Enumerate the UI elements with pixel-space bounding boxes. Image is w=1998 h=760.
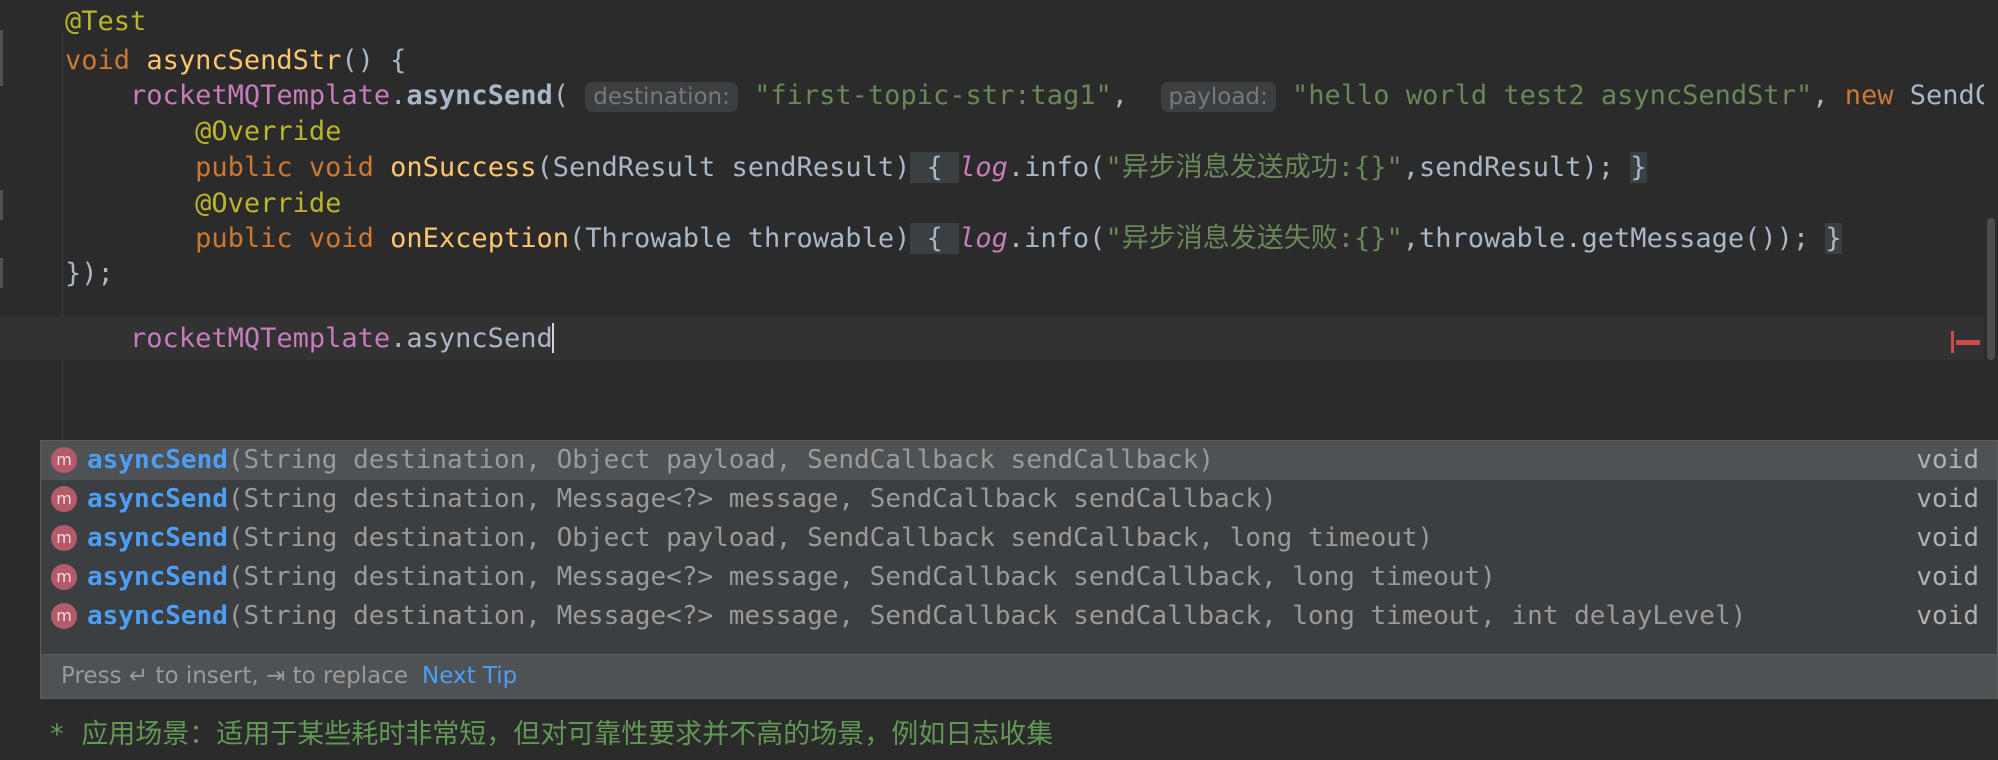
completion-method-signature: (String destination, Object payload, Sen… (227, 445, 1215, 475)
method-decl-tail: () { (341, 45, 407, 76)
modifiers-public-void-2: public void (195, 223, 391, 254)
ide-editor-window: @Test void asyncSendStr() { rocketMQTemp… (0, 0, 1998, 760)
logger-info-call-2: .info( (1007, 223, 1106, 254)
keyword-new: new (1844, 80, 1894, 111)
completion-item-2[interactable]: m asyncSend(String destination, Object pa… (41, 519, 1997, 558)
method-onsuccess: onSuccess (390, 152, 537, 183)
brace-close-onexception: } (1825, 223, 1842, 254)
method-asyncsend: asyncSend (406, 80, 553, 111)
dot-operator: . (390, 80, 407, 111)
completion-method-signature: (String destination, Message<?> message,… (227, 484, 1277, 514)
logger-info-call-1: .info( (1007, 152, 1106, 183)
field-rocketmqtemplate: rocketMQTemplate (130, 80, 391, 111)
text-caret (551, 323, 554, 353)
completion-return-type: void (1916, 523, 1979, 553)
completion-return-type: void (1916, 601, 1979, 631)
completion-method-signature: (String destination, Message<?> message,… (227, 562, 1496, 592)
comma-2: , (1812, 80, 1829, 111)
annotation-override-2: @Override (195, 188, 342, 219)
params-onsuccess: (SendResult sendResult) (536, 152, 911, 183)
typed-text-asyncsend: asyncSend (406, 323, 553, 354)
params-onexception: (Throwable throwable) (568, 223, 911, 254)
method-icon: m (51, 486, 77, 512)
comment-text: 应用场景：适用于某些耗时非常短，但对可靠性要求并不高的场景，例如日志收集 (81, 719, 1054, 750)
completion-hint-text: Press ↵ to insert, ⇥ to replace (61, 663, 408, 689)
completion-item-0[interactable]: m asyncSend(String destination, Object pa… (41, 441, 1997, 480)
args-onsuccess: ,sendResult); (1402, 152, 1631, 183)
completion-item-3[interactable]: m asyncSend(String destination, Message<?… (41, 558, 1997, 597)
method-icon: m (51, 447, 77, 473)
completion-return-type: void (1916, 562, 1979, 592)
modifiers-public-void-1: public void (195, 152, 391, 183)
code-line-annotation-test: @Test (0, 0, 1998, 43)
string-payload-value: "hello world test2 asyncSendStr" (1292, 80, 1813, 111)
error-marker-tick[interactable] (1951, 331, 1954, 353)
string-destination-value: "first-topic-str:tag1" (754, 80, 1112, 111)
completion-method-name: asyncSend (87, 484, 228, 514)
close-paren-semicolon: }); (65, 258, 114, 289)
logger-log-1: log (959, 152, 1008, 183)
brace-open-onexception: { (910, 223, 960, 254)
comma-1: , (1111, 80, 1129, 111)
comment-bullet: * (48, 719, 66, 750)
completion-method-name: asyncSend (87, 523, 228, 553)
method-icon: m (51, 564, 77, 590)
keyword-void: void (65, 45, 131, 76)
annotation-test: @Test (65, 6, 147, 37)
completion-return-type: void (1916, 445, 1979, 475)
annotation-override-1: @Override (195, 116, 342, 147)
completion-item-1[interactable]: m asyncSend(String destination, Message<?… (41, 480, 1997, 519)
string-failure-message: "异步消息发送失败:{}" (1105, 223, 1403, 254)
code-line-close-call: }); (0, 252, 1998, 295)
brace-close-onsuccess: } (1630, 152, 1647, 183)
error-marker-stripe[interactable] (1956, 340, 1980, 345)
param-hint-destination: destination: (585, 82, 738, 112)
code-line-current-typing[interactable]: rocketMQTemplate.asyncSend (0, 317, 1998, 360)
dot-operator-2: . (390, 323, 407, 354)
code-completion-popup[interactable]: m asyncSend(String destination, Object pa… (40, 440, 1998, 655)
javadoc-comment-line: * 应用场景：适用于某些耗时非常短，但对可靠性要求并不高的场景，例如日志收集 (0, 710, 1998, 760)
string-success-message: "异步消息发送成功:{}" (1105, 152, 1403, 183)
field-rocketmqtemplate-2: rocketMQTemplate (130, 323, 391, 354)
logger-log-2: log (959, 223, 1008, 254)
method-name-asyncsendstr: asyncSendStr (146, 45, 342, 76)
brace-open-onsuccess: { (910, 152, 960, 183)
completion-item-4[interactable]: m asyncSend(String destination, Message<?… (41, 597, 1997, 636)
method-icon: m (51, 603, 77, 629)
completion-method-name: asyncSend (87, 445, 228, 475)
completion-method-signature: (String destination, Message<?> message,… (227, 601, 1747, 631)
method-icon: m (51, 525, 77, 551)
method-onexception: onException (390, 223, 569, 254)
completion-method-name: asyncSend (87, 601, 228, 631)
param-hint-payload: payload: (1160, 82, 1276, 112)
completion-method-signature: (String destination, Object payload, Sen… (227, 523, 1434, 553)
args-onexception: ,throwable.getMessage()); (1402, 223, 1826, 254)
completion-return-type: void (1916, 484, 1979, 514)
next-tip-link[interactable]: Next Tip (422, 663, 517, 689)
vertical-scrollbar-thumb[interactable] (1987, 218, 1995, 360)
paren-open: ( (552, 80, 569, 111)
completion-hint-bar: Press ↵ to insert, ⇥ to replace Next Tip (40, 655, 1998, 699)
completion-method-name: asyncSend (87, 562, 228, 592)
